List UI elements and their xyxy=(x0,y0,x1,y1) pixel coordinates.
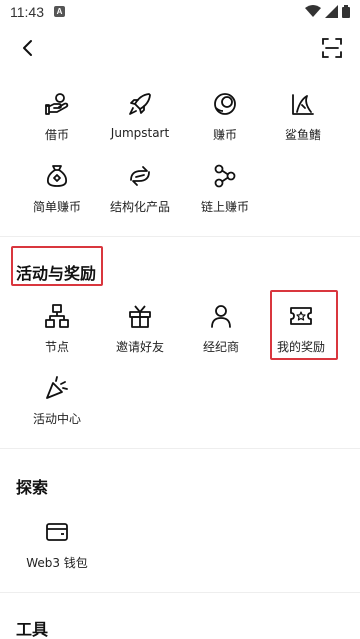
section-title-explore: 探索 xyxy=(16,478,49,497)
divider xyxy=(0,236,360,237)
tile-earn[interactable]: 赚币 xyxy=(180,88,270,148)
wallet-icon xyxy=(43,518,71,546)
tile-web3-wallet[interactable]: Web3 钱包 xyxy=(12,516,102,576)
tile-borrow[interactable]: 借币 xyxy=(12,88,102,148)
tile-shark-fin[interactable]: 鲨鱼鳍 xyxy=(258,88,348,148)
signal-icon xyxy=(325,5,338,18)
tile-label: Jumpstart xyxy=(110,126,170,140)
chain-node-icon xyxy=(211,162,239,190)
gift-icon xyxy=(126,302,154,330)
tile-label: 简单赚币 xyxy=(32,200,81,214)
money-bag-icon xyxy=(43,162,71,190)
shark-fin-icon xyxy=(289,90,317,118)
tile-label: 赚币 xyxy=(212,128,237,142)
section-title-activities: 活动与奖励 xyxy=(16,264,97,283)
chevron-left-icon xyxy=(23,40,32,56)
person-icon xyxy=(207,302,235,330)
tile-onchain-earn[interactable]: 链上赚币 xyxy=(180,160,270,220)
hand-coin-icon xyxy=(43,90,71,118)
tile-label: 结构化产品 xyxy=(109,200,170,214)
tile-label: 节点 xyxy=(44,340,69,354)
highlight-box xyxy=(270,290,338,360)
status-icons xyxy=(305,5,350,18)
rocket-icon xyxy=(126,90,154,118)
tile-structured-products[interactable]: 结构化产品 xyxy=(95,160,185,220)
scan-button[interactable] xyxy=(318,34,346,62)
divider xyxy=(0,592,360,593)
wifi-icon xyxy=(305,5,321,17)
tile-label: Web3 钱包 xyxy=(26,556,88,570)
tile-label: 链上赚币 xyxy=(200,200,249,214)
tile-label: 鲨鱼鳍 xyxy=(284,128,321,142)
section-title-tools: 工具 xyxy=(16,620,49,639)
tile-jumpstart[interactable]: Jumpstart xyxy=(95,88,185,148)
tile-invite-friends[interactable]: 邀请好友 xyxy=(95,300,185,360)
finance-grid: 借币 Jumpstart 赚币 鲨鱼鳍 简单赚币 结构化产品 链上赚币 xyxy=(0,88,360,218)
structured-icon xyxy=(126,162,154,190)
coin-stack-icon xyxy=(211,90,239,118)
tile-label: 邀请好友 xyxy=(115,340,164,354)
back-button[interactable] xyxy=(14,34,42,62)
tile-activity-center[interactable]: 活动中心 xyxy=(12,372,102,432)
node-tree-icon xyxy=(43,302,71,330)
battery-icon xyxy=(342,5,350,18)
tile-simple-earn[interactable]: 简单赚币 xyxy=(12,160,102,220)
tile-label: 活动中心 xyxy=(32,412,81,426)
top-bar xyxy=(0,28,360,68)
status-bar: 11:43 A xyxy=(0,0,360,24)
notification-a-icon: A xyxy=(54,6,65,17)
party-popper-icon xyxy=(43,374,71,402)
tile-label: 经纪商 xyxy=(202,340,239,354)
tile-label: 借币 xyxy=(44,128,69,142)
tile-broker[interactable]: 经纪商 xyxy=(176,300,266,360)
scan-icon xyxy=(322,38,342,58)
explore-grid: Web3 钱包 xyxy=(0,516,360,580)
tile-nodes[interactable]: 节点 xyxy=(12,300,102,360)
divider xyxy=(0,448,360,449)
status-time: 11:43 xyxy=(10,4,44,20)
